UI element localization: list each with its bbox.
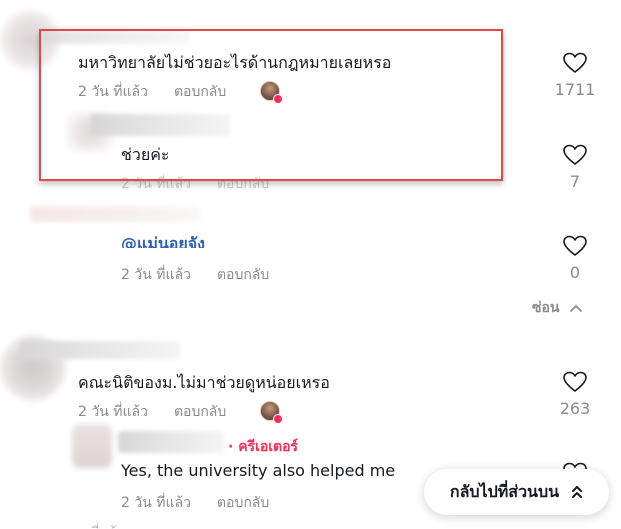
username[interactable] <box>30 206 200 222</box>
comment-text: คณะนิติของม.ไม่มาช่วยดูหน่อยเหรอ <box>78 373 330 392</box>
back-to-top-button[interactable]: กลับไปที่ส่วนบน <box>424 469 609 515</box>
avatar[interactable] <box>72 424 112 468</box>
back-to-top-label: กลับไปที่ส่วนบน <box>449 481 560 501</box>
creator-tag: · ครีเอเตอร์ <box>228 439 299 455</box>
heart-icon[interactable] <box>563 144 587 166</box>
username[interactable] <box>118 431 224 453</box>
hide-replies-button[interactable]: ซ่อน <box>532 297 583 319</box>
hide-label: ซ่อน <box>532 300 560 316</box>
chevron-up-icon <box>570 305 583 312</box>
like-count: 1711 <box>554 80 596 99</box>
reply-button[interactable]: ตอบกลับ <box>174 404 226 420</box>
like-count: 0 <box>569 263 581 282</box>
comment-age: 2 วัน ที่แล้ว <box>121 495 191 511</box>
comment-meta: 2 วัน ที่แล้ว ตอบกลับ <box>121 264 295 286</box>
comment-age: 2 วัน ที่แล้ว <box>121 267 191 283</box>
username[interactable] <box>20 341 180 359</box>
comment-text: Yes, the university also helped me <box>121 461 396 480</box>
comment-age: 2 วัน ที่แล้ว <box>78 404 148 420</box>
mention-text[interactable]: @แม่นอยจัง <box>121 232 205 248</box>
comment-meta: 2 วัน ที่แล้ว ตอบกลับ <box>121 492 295 514</box>
like-count: 7 <box>569 172 581 191</box>
highlight-box <box>39 29 503 181</box>
heart-icon[interactable] <box>563 371 587 393</box>
reply-button[interactable]: ตอบกลับ <box>217 495 269 511</box>
next-comment-partial: ที่แล้ว <box>90 522 151 529</box>
heart-icon[interactable] <box>563 52 587 74</box>
like-count: 263 <box>559 399 591 418</box>
creator-liked-avatar <box>260 401 283 424</box>
heart-icon[interactable] <box>563 235 587 257</box>
heart-badge-icon <box>273 414 283 424</box>
comment-meta: 2 วัน ที่แล้ว ตอบกลับ <box>78 401 252 423</box>
reply-button[interactable]: ตอบกลับ <box>217 267 269 283</box>
double-chevron-up-icon <box>572 486 583 498</box>
